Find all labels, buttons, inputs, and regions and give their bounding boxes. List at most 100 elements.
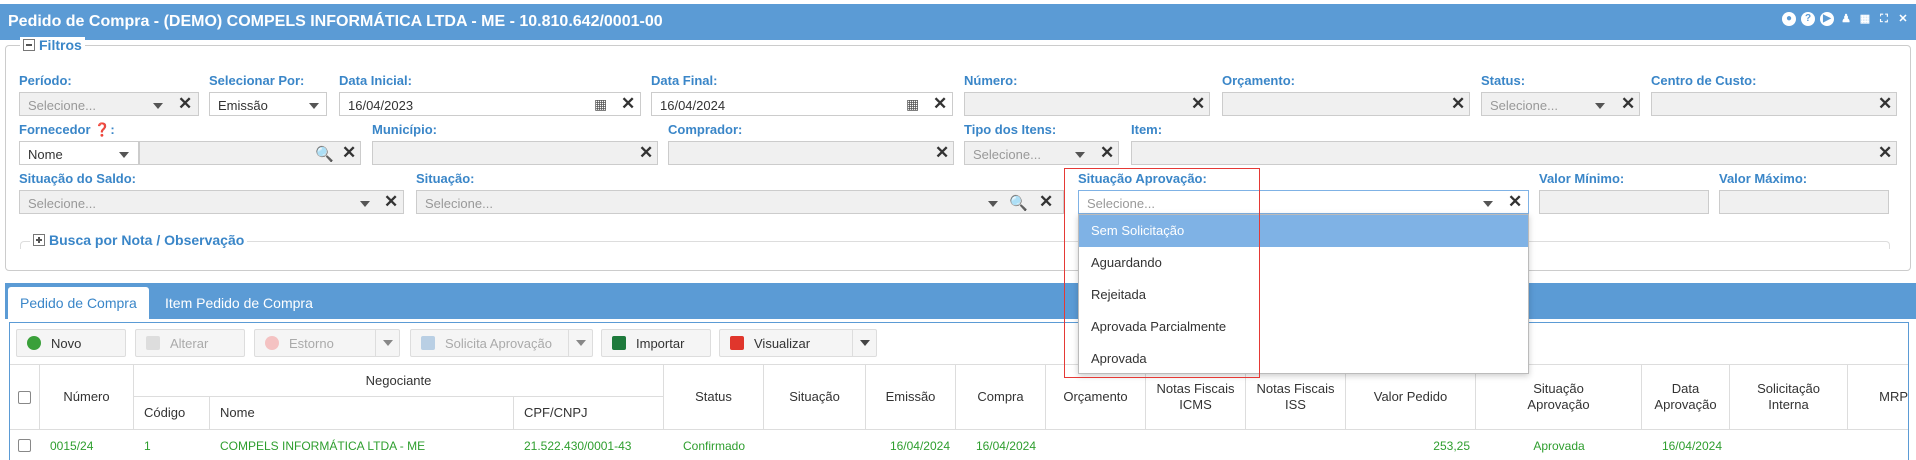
header-data-aprovacao[interactable]: Data Aprovação: [1642, 365, 1730, 429]
clear-icon[interactable]: ✕: [1100, 143, 1114, 163]
data-final-input[interactable]: 16/04/2024 ▦ ✕: [651, 92, 953, 116]
option-rejeitada[interactable]: Rejeitada: [1079, 279, 1528, 311]
alterar-button[interactable]: Alterar: [135, 329, 245, 357]
user-icon[interactable]: ♟: [1839, 12, 1853, 26]
solicita-aprovacao-button[interactable]: Solicita Aprovação: [410, 329, 593, 357]
pdf-icon: [730, 336, 744, 350]
chevron-down-icon[interactable]: [852, 330, 876, 356]
centro-custo-input[interactable]: ✕: [1651, 92, 1897, 116]
municipio-input[interactable]: ✕: [372, 141, 658, 165]
busca-nota-toggle[interactable]: Busca por Nota / Observação: [30, 232, 248, 248]
calendar-icon[interactable]: ▦: [906, 96, 919, 113]
table-row[interactable]: 0015/24 1 COMPELS INFORMÁTICA LTDA - ME …: [10, 431, 1908, 460]
importar-button[interactable]: Importar: [601, 329, 711, 357]
orcamento-input[interactable]: ✕: [1222, 92, 1470, 116]
chevron-down-icon[interactable]: [375, 330, 399, 356]
comprador-input[interactable]: ✕: [668, 141, 954, 165]
calendar-icon[interactable]: ▦: [594, 96, 607, 113]
header-numero[interactable]: Número: [40, 365, 134, 429]
data-inicial-input[interactable]: 16/04/2023 ▦ ✕: [339, 92, 641, 116]
header-nf-iss-line1: Notas Fiscais: [1256, 381, 1335, 396]
clear-icon[interactable]: ✕: [639, 143, 653, 163]
situacao-select[interactable]: Selecione... 🔍 ✕: [416, 190, 1064, 214]
clear-icon[interactable]: ✕: [935, 143, 949, 163]
chat-icon[interactable]: ●: [1782, 12, 1796, 26]
status-select[interactable]: Selecione... ✕: [1481, 92, 1640, 116]
play-icon[interactable]: ▶: [1820, 12, 1834, 26]
header-status[interactable]: Status: [664, 365, 764, 429]
header-cpf-cnpj[interactable]: CPF/CNPJ: [514, 397, 664, 429]
clear-icon[interactable]: ✕: [1878, 143, 1892, 163]
header-situacao[interactable]: Situação: [764, 365, 866, 429]
valor-maximo-input[interactable]: [1719, 190, 1889, 214]
centro-custo-label: Centro de Custo:: [1651, 73, 1757, 88]
header-compra[interactable]: Compra: [956, 365, 1046, 429]
collapse-icon[interactable]: [23, 39, 35, 51]
estorno-button[interactable]: Estorno: [254, 329, 400, 357]
clear-icon[interactable]: ✕: [933, 94, 947, 114]
header-solicitacao-interna[interactable]: Solicitação Interna: [1730, 365, 1848, 429]
window-titlebar: Pedido de Compra - (DEMO) COMPELS INFORM…: [0, 4, 1916, 40]
calendar-icon[interactable]: ▦: [1858, 12, 1872, 26]
periodo-select[interactable]: Selecione... ✕: [19, 92, 199, 116]
help-icon[interactable]: ?: [1801, 12, 1815, 26]
chevron-down-icon: [119, 152, 129, 158]
search-icon[interactable]: 🔍: [1009, 194, 1028, 212]
chevron-down-icon: [988, 201, 998, 207]
novo-button[interactable]: Novo: [16, 329, 126, 357]
chevron-down-icon: [1075, 152, 1085, 158]
selecionar-por-select[interactable]: Emissão: [209, 92, 327, 116]
clear-icon[interactable]: ✕: [1508, 192, 1522, 212]
header-emissao[interactable]: Emissão: [866, 365, 956, 429]
header-mrp[interactable]: MRP: [1848, 365, 1908, 429]
header-negociante: Negociante: [134, 365, 664, 397]
situacao-saldo-placeholder: Selecione...: [28, 196, 96, 211]
clear-icon[interactable]: ✕: [1191, 94, 1205, 114]
option-aprovada-parcialmente[interactable]: Aprovada Parcialmente: [1079, 311, 1528, 343]
clear-icon[interactable]: ✕: [1621, 94, 1635, 114]
tab-item-pedido-compra[interactable]: Item Pedido de Compra: [153, 287, 325, 319]
periodo-placeholder: Selecione...: [28, 98, 96, 113]
estorno-label: Estorno: [289, 335, 334, 351]
chevron-down-icon[interactable]: [568, 330, 592, 356]
header-nome[interactable]: Nome: [210, 397, 514, 429]
grid-panel: Novo Alterar Estorno Solicita Aprovação …: [9, 322, 1909, 460]
clear-icon[interactable]: ✕: [178, 94, 192, 114]
close-icon[interactable]: ✕: [1896, 12, 1910, 26]
option-aguardando[interactable]: Aguardando: [1079, 247, 1528, 279]
numero-input[interactable]: ✕: [964, 92, 1210, 116]
filters-legend[interactable]: Filtros: [20, 37, 85, 53]
filters-legend-label: Filtros: [39, 37, 82, 53]
option-sem-solicitacao[interactable]: Sem Solicitação: [1079, 215, 1528, 247]
clear-icon[interactable]: ✕: [1451, 94, 1465, 114]
search-icon[interactable]: 🔍: [315, 145, 334, 163]
fornecedor-input[interactable]: 🔍 ✕: [139, 141, 361, 165]
clear-icon[interactable]: ✕: [342, 143, 356, 163]
situacao-aprovacao-dropdown[interactable]: Sem Solicitação Aguardando Rejeitada Apr…: [1078, 214, 1529, 374]
situacao-saldo-select[interactable]: Selecione... ✕: [19, 190, 404, 214]
data-final-value: 16/04/2024: [660, 98, 726, 113]
option-aprovada[interactable]: Aprovada: [1079, 343, 1528, 375]
visualizar-button[interactable]: Visualizar: [719, 329, 877, 357]
tipo-itens-select[interactable]: Selecione... ✕: [964, 141, 1119, 165]
fornecedor-type-select[interactable]: Nome: [19, 141, 139, 165]
tab-pedido-compra[interactable]: Pedido de Compra: [8, 287, 149, 319]
fullscreen-icon[interactable]: ⛶: [1877, 12, 1891, 26]
info-icon[interactable]: ❓: [94, 122, 110, 137]
chevron-down-icon: [1595, 103, 1605, 109]
valor-minimo-input[interactable]: [1539, 190, 1709, 214]
clear-icon[interactable]: ✕: [1039, 192, 1053, 212]
window-title: Pedido de Compra - (DEMO) COMPELS INFORM…: [8, 13, 663, 30]
numero-label: Número:: [964, 73, 1018, 88]
clear-icon[interactable]: ✕: [1878, 94, 1892, 114]
orcamento-label: Orçamento:: [1222, 73, 1295, 88]
clear-icon[interactable]: ✕: [621, 94, 635, 114]
header-codigo[interactable]: Código: [134, 397, 210, 429]
situacao-aprovacao-select[interactable]: Selecione... ✕: [1078, 190, 1529, 214]
row-checkbox[interactable]: [18, 439, 31, 452]
expand-icon[interactable]: [33, 234, 45, 246]
clear-icon[interactable]: ✕: [384, 192, 398, 212]
item-input[interactable]: ✕: [1131, 141, 1897, 165]
select-all-checkbox[interactable]: [18, 390, 31, 404]
selecionar-por-value: Emissão: [218, 98, 268, 113]
